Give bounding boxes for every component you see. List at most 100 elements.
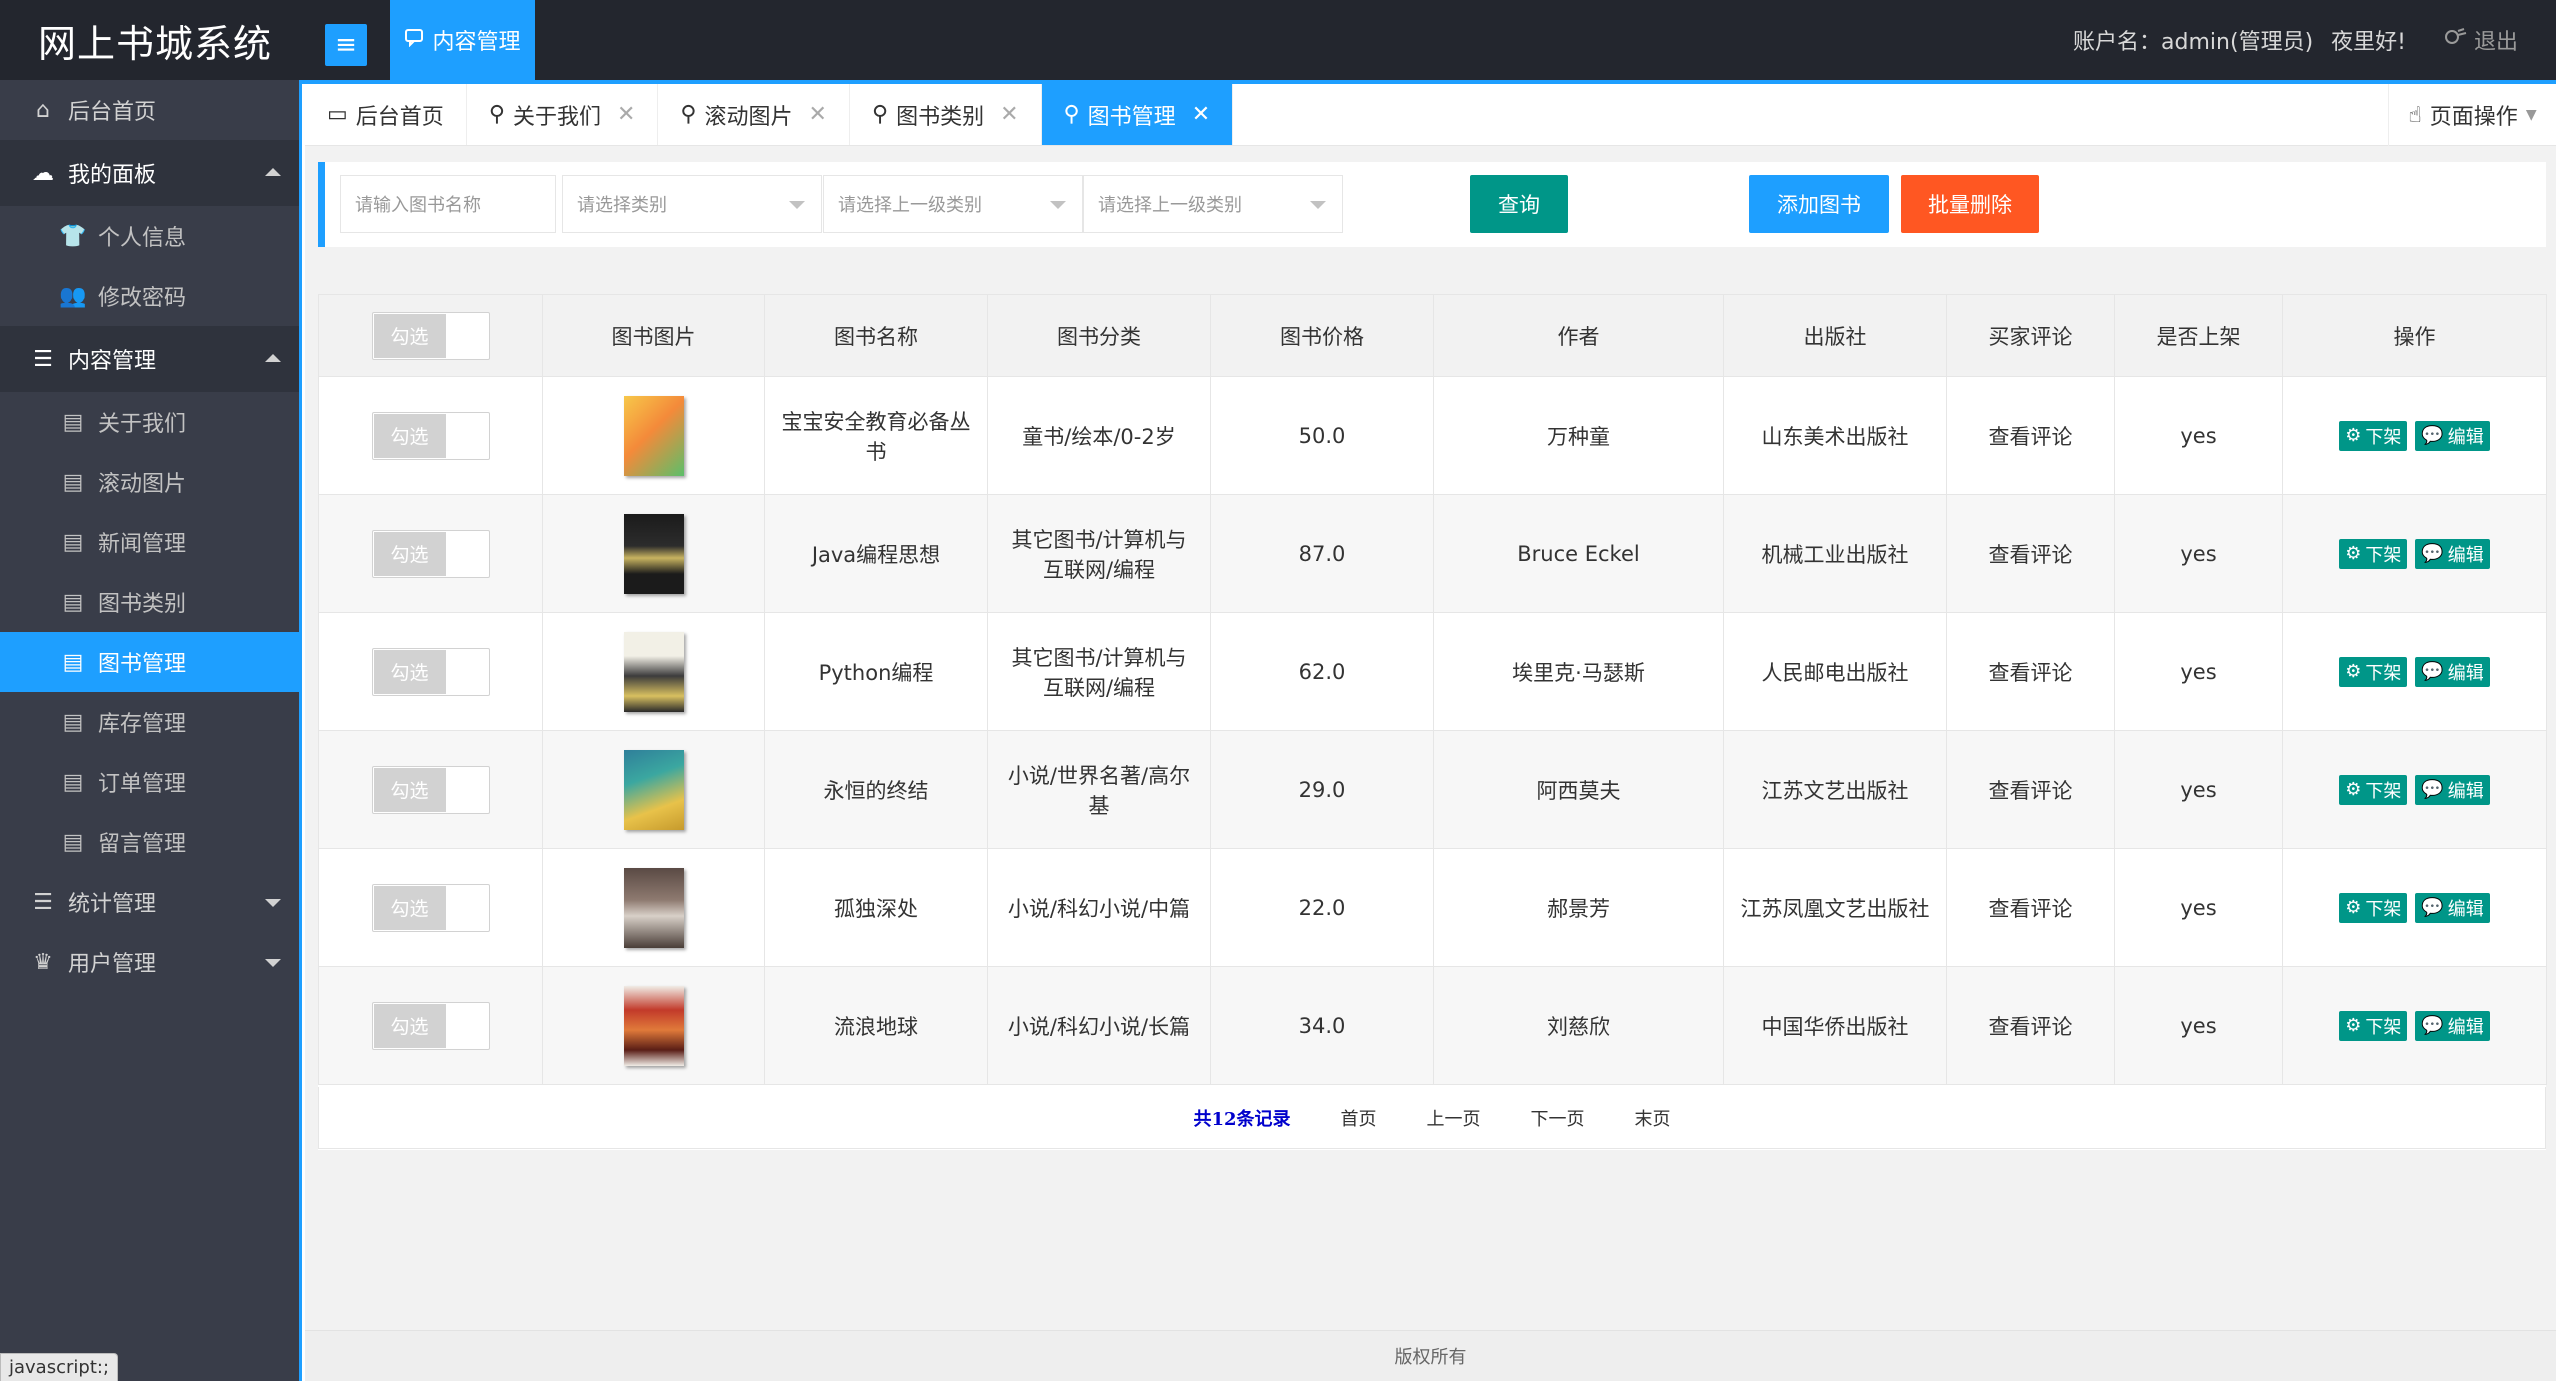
view-reviews-link[interactable]: 查看评论 <box>1946 612 2115 731</box>
view-reviews-link[interactable]: 查看评论 <box>1946 730 2115 849</box>
action-label: 编辑 <box>2447 426 2484 448</box>
batch-delete-button[interactable]: 批量删除 <box>1901 175 2039 233</box>
view-reviews-link[interactable]: 查看评论 <box>1946 966 2115 1085</box>
header-listed: 是否上架 <box>2114 294 2283 377</box>
row-select-switch[interactable]: 勾选 <box>371 647 490 696</box>
gear-icon: ⚙ <box>2345 897 2362 918</box>
tab-home[interactable]: ▭ 后台首页 <box>305 84 467 145</box>
close-icon[interactable]: ✕ <box>617 102 635 127</box>
sidebar-item-news[interactable]: ▤ 新闻管理 <box>0 512 299 572</box>
take-off-shelf-button[interactable]: ⚙ 下架 <box>2339 538 2408 569</box>
take-off-shelf-button[interactable]: ⚙ 下架 <box>2339 892 2408 923</box>
take-off-shelf-button[interactable]: ⚙ 下架 <box>2339 656 2408 687</box>
tab-book-management[interactable]: ⚲ 图书管理 ✕ <box>1041 84 1234 145</box>
sidebar-item-profile[interactable]: 👕 个人信息 <box>0 206 299 266</box>
add-book-button[interactable]: 添加图书 <box>1749 175 1889 233</box>
tab-label: 后台首页 <box>355 104 444 130</box>
edit-button[interactable]: 💬 编辑 <box>2415 774 2490 805</box>
header-check[interactable]: 勾选 <box>318 294 543 377</box>
take-off-shelf-button[interactable]: ⚙ 下架 <box>2339 1010 2408 1041</box>
page-ops-label: 页面操作 <box>2429 105 2518 130</box>
table-row: 勾选 永恒的终结 小说/世界名著/高尔基 29.0 阿西莫夫 江苏文艺出版社 查… <box>318 730 2547 849</box>
parent-category-select-1[interactable]: 请选择上一级类别 <box>823 175 1083 233</box>
tab-carousel[interactable]: ⚲ 滚动图片 ✕ <box>658 84 850 145</box>
weather-icon: ☁ <box>32 160 54 186</box>
logout-button[interactable]: 退出 <box>2444 24 2518 56</box>
view-reviews-link[interactable]: 查看评论 <box>1946 494 2115 613</box>
book-publisher: 江苏文艺出版社 <box>1723 730 1947 849</box>
table-row: 勾选 孤独深处 小说/科幻小说/中篇 22.0 郝景芳 江苏凤凰文艺出版社 查看… <box>318 848 2547 967</box>
row-select-switch[interactable]: 勾选 <box>371 411 490 460</box>
caret-up-icon <box>265 168 281 176</box>
select-all-switch[interactable]: 勾选 <box>371 311 490 360</box>
document-icon: ▤ <box>62 529 84 555</box>
list-icon: ☰ <box>33 889 53 915</box>
document-icon: ▤ <box>62 649 84 675</box>
row-select-switch[interactable]: 勾选 <box>371 1001 490 1050</box>
gear-icon: ⚙ <box>2345 779 2362 800</box>
sidebar-item-messages[interactable]: ▤ 留言管理 <box>0 812 299 872</box>
edit-button[interactable]: 💬 编辑 <box>2415 1010 2490 1041</box>
sidebar-group-users[interactable]: ♛ 用户管理 <box>0 932 299 992</box>
sidebar-group-label: 用户管理 <box>68 952 157 977</box>
sidebar-group-statistics[interactable]: ☰ 统计管理 <box>0 872 299 932</box>
row-select-switch[interactable]: 勾选 <box>371 883 490 932</box>
document-icon: ▤ <box>62 769 84 795</box>
sidebar-item-label: 后台首页 <box>68 100 157 125</box>
row-select-switch[interactable]: 勾选 <box>371 765 490 814</box>
books-table: 勾选 图书图片 图书名称 图书分类 图书价格 作者 出版社 买家评论 是否上架 … <box>318 294 2547 1085</box>
sidebar-group-content[interactable]: ☰ 内容管理 <box>0 326 299 392</box>
pagination: 共12条记录 首页 上一页 下一页 末页 <box>318 1087 2546 1149</box>
next-page-link[interactable]: 下一页 <box>1531 1105 1585 1131</box>
book-name-input[interactable]: 请输入图书名称 <box>340 175 556 233</box>
sidebar-item-home[interactable]: ⌂ 后台首页 <box>0 80 299 140</box>
listed-status: yes <box>2114 848 2283 967</box>
page-operations-dropdown[interactable]: ☝ 页面操作 ▼ <box>2388 84 2556 146</box>
query-button[interactable]: 查询 <box>1470 175 1568 233</box>
edit-button[interactable]: 💬 编辑 <box>2415 892 2490 923</box>
sidebar-item-inventory[interactable]: ▤ 库存管理 <box>0 692 299 752</box>
close-icon[interactable]: ✕ <box>1000 102 1018 127</box>
close-icon[interactable]: ✕ <box>809 102 827 127</box>
first-page-link[interactable]: 首页 <box>1341 1105 1377 1131</box>
book-publisher: 中国华侨出版社 <box>1723 966 1947 1085</box>
book-price: 29.0 <box>1210 730 1434 849</box>
view-reviews-link[interactable]: 查看评论 <box>1946 376 2115 495</box>
sidebar-item-book-management[interactable]: ▤ 图书管理 <box>0 632 299 692</box>
sidebar-group-my-panel[interactable]: ☁ 我的面板 <box>0 140 299 206</box>
header-publisher: 出版社 <box>1723 294 1947 377</box>
prev-page-link[interactable]: 上一页 <box>1427 1105 1481 1131</box>
sidebar-item-change-password[interactable]: 👥 修改密码 <box>0 266 299 326</box>
view-reviews-link[interactable]: 查看评论 <box>1946 848 2115 967</box>
switch-label: 勾选 <box>373 1003 446 1048</box>
edit-button[interactable]: 💬 编辑 <box>2415 420 2490 451</box>
top-nav-content-management[interactable]: 内容管理 <box>390 0 535 80</box>
take-off-shelf-button[interactable]: ⚙ 下架 <box>2339 420 2408 451</box>
list-icon: ☰ <box>33 346 53 372</box>
switch-label: 勾选 <box>373 767 446 812</box>
crown-icon: ♛ <box>33 949 53 975</box>
close-icon[interactable]: ✕ <box>1192 102 1210 127</box>
sidebar-item-book-category[interactable]: ▤ 图书类别 <box>0 572 299 632</box>
dropdown-arrow-icon <box>1050 201 1066 209</box>
last-page-link[interactable]: 末页 <box>1635 1105 1671 1131</box>
book-author: 刘慈欣 <box>1433 966 1724 1085</box>
tab-book-category[interactable]: ⚲ 图书类别 ✕ <box>850 84 1042 145</box>
wand-icon: ⚲ <box>871 102 889 127</box>
edit-button[interactable]: 💬 编辑 <box>2415 656 2490 687</box>
parent-category-select-2[interactable]: 请选择上一级类别 <box>1083 175 1343 233</box>
sidebar-item-orders[interactable]: ▤ 订单管理 <box>0 752 299 812</box>
menu-toggle-button[interactable]: ≡ <box>325 24 367 66</box>
book-name: 流浪地球 <box>764 966 988 1085</box>
book-author: 埃里克·马瑟斯 <box>1433 612 1724 731</box>
book-category: 小说/科幻小说/中篇 <box>987 848 1211 967</box>
header-image: 图书图片 <box>542 294 765 377</box>
tab-about[interactable]: ⚲ 关于我们 ✕ <box>467 84 659 145</box>
sidebar-item-about[interactable]: ▤ 关于我们 <box>0 392 299 452</box>
sidebar-item-carousel[interactable]: ▤ 滚动图片 <box>0 452 299 512</box>
book-name-placeholder: 请输入图书名称 <box>355 195 481 216</box>
category-select[interactable]: 请选择类别 <box>562 175 822 233</box>
edit-button[interactable]: 💬 编辑 <box>2415 538 2490 569</box>
row-select-switch[interactable]: 勾选 <box>371 529 490 578</box>
take-off-shelf-button[interactable]: ⚙ 下架 <box>2339 774 2408 805</box>
